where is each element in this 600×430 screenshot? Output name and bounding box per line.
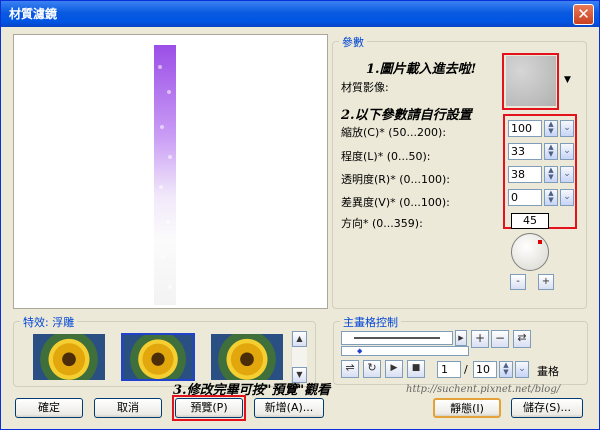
watermark-text: http://suchent.pixnet.net/blog/ [406, 384, 561, 395]
title-bar: 材質濾鏡 ✕ [1, 1, 599, 27]
rewind-icon[interactable]: ↻ [363, 360, 381, 378]
loop-icon[interactable]: ⇌ [341, 360, 359, 378]
timeline-right-arrow-icon[interactable]: ▶ [455, 330, 467, 346]
effect-thumbnail-2-selected[interactable] [121, 333, 195, 381]
total-frames-input[interactable]: 10 [473, 361, 497, 378]
annotation-box-texture [502, 53, 559, 110]
total-frames-updown-icon[interactable]: ▲ ▼ [499, 361, 513, 378]
annotation-box-params [503, 114, 577, 229]
timeline-line [354, 337, 440, 339]
texture-dot [160, 125, 164, 129]
parameters-group-title: 參數 [339, 34, 367, 50]
frame-separator: / [464, 363, 468, 376]
close-button[interactable]: ✕ [573, 4, 594, 25]
reverse-keyframes-icon[interactable]: ⇄ [513, 330, 531, 348]
frame-slider[interactable]: ◆ [341, 346, 469, 356]
texture-dot [159, 185, 163, 189]
annotation-step1: 1.圖片載入進去啦! [366, 62, 477, 77]
current-frame-input[interactable]: 1 [437, 361, 461, 378]
preview-pane [13, 34, 328, 309]
texture-dot [167, 90, 171, 94]
dial-plus-button[interactable]: + [538, 274, 554, 290]
effect-thumbnail-3[interactable] [211, 334, 283, 380]
remove-keyframe-icon[interactable]: − [491, 330, 509, 348]
silent-button[interactable]: 靜態(I) [433, 398, 501, 418]
window-title: 材質濾鏡 [9, 7, 58, 21]
texture-dot [161, 255, 165, 259]
level-label: 程度(L)* (0...50): [341, 150, 431, 163]
effect-thumbnail-1[interactable] [33, 334, 105, 380]
save-button[interactable]: 儲存(S)... [511, 398, 583, 418]
texture-dot [166, 220, 170, 224]
new-button[interactable]: 新增(A)... [254, 398, 324, 418]
play-icon[interactable]: ▶ [385, 360, 403, 378]
annotation-step2: 2.以下參數請自行設置 [341, 108, 472, 123]
dial-marker-icon [538, 240, 542, 244]
effects-group-title: 特效: 浮雕 [20, 314, 78, 330]
texture-preview-image [154, 45, 176, 305]
texture-dot [168, 285, 172, 289]
texture-dot [158, 65, 162, 69]
total-frames-menu-icon[interactable]: ⌄ [515, 361, 529, 378]
scale-label: 縮放(C)* (50...200): [341, 126, 447, 139]
annotation-box-preview [172, 395, 246, 421]
total-frames-spinner[interactable]: 10 ▲ ▼ ⌄ [473, 361, 543, 378]
dial-minus-button[interactable]: - [510, 274, 526, 290]
texture-dot [168, 155, 172, 159]
keyframe-group-title: 主畫格控制 [340, 314, 401, 330]
frame-slider-thumb-icon[interactable]: ◆ [357, 348, 362, 355]
texture-dropdown-arrow-icon[interactable]: ▼ [564, 75, 571, 85]
direction-input[interactable]: 45 [511, 213, 549, 229]
frames-label: 畫格 [537, 365, 559, 378]
scroll-up-icon[interactable]: ▲ [292, 331, 307, 347]
effects-scrollbar[interactable]: ▲ ▼ [291, 331, 307, 383]
texture-image-label: 材質影像: [341, 81, 389, 94]
ok-button[interactable]: 確定 [15, 398, 83, 418]
direction-label: 方向* (0...359): [341, 217, 423, 230]
cancel-button[interactable]: 取消 [94, 398, 162, 418]
texture-filter-dialog: 材質濾鏡 ✕ 參數 1.圖片載入進去啦! 材質影像: ▼ 2.以下參數請自行設置… [0, 0, 600, 430]
variation-label: 差異度(V)* (0...100): [341, 196, 450, 209]
opacity-label: 透明度(R)* (0...100): [341, 173, 450, 186]
direction-dial[interactable] [511, 233, 549, 271]
timeline-track[interactable] [341, 331, 453, 345]
add-keyframe-icon[interactable]: + [471, 330, 489, 348]
stop-icon[interactable]: ■ [407, 360, 425, 378]
